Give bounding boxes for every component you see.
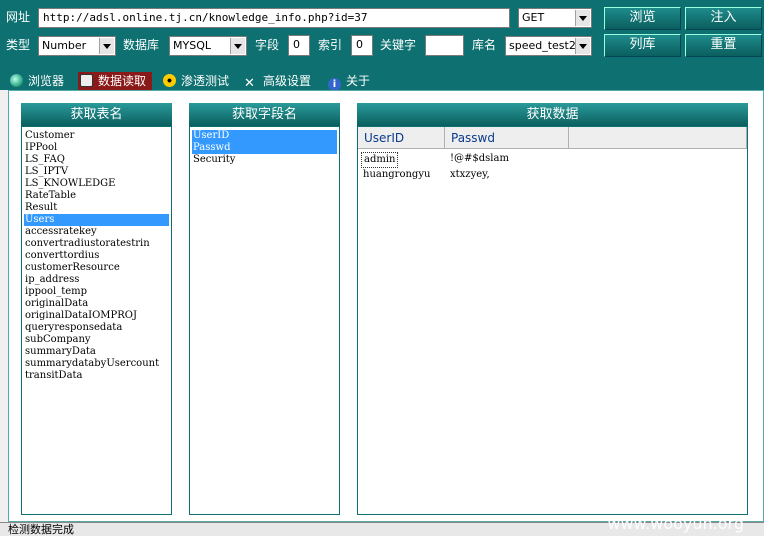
column-header-passwd[interactable]: Passwd	[445, 127, 569, 149]
type-label: 类型	[6, 38, 31, 52]
data-cell[interactable]: admin	[361, 152, 399, 168]
field-list-item[interactable]: Security	[192, 154, 337, 166]
data-grid[interactable]: UserID Passwd admin !@#$dslam huangrongyu xtx…	[357, 126, 748, 515]
tab-label: 浏览器	[28, 74, 65, 88]
field-list-item[interactable]: UserID	[192, 130, 337, 142]
type-select[interactable]: Number	[38, 36, 116, 56]
tab-label: 关于	[346, 74, 371, 88]
left-edge	[0, 90, 8, 522]
url-input[interactable]: http://adsl.online.tj.cn/knowledge_info.…	[38, 8, 510, 28]
chevron-down-icon[interactable]	[99, 38, 114, 54]
table-list-item[interactable]: converttordius	[24, 250, 169, 262]
url-label: 网址	[6, 10, 31, 24]
field-label: 字段	[255, 38, 280, 52]
table-list-item[interactable]: LS_FAQ	[24, 154, 169, 166]
table-list-item[interactable]: ip_address	[24, 274, 169, 286]
watermark: www.wooyun.org	[607, 514, 744, 533]
table-list-item[interactable]: Users	[24, 214, 169, 226]
field-input[interactable]: 0	[288, 35, 310, 56]
keyword-label: 关键字	[380, 38, 417, 52]
dbname-label: 库名	[472, 38, 497, 52]
index-label: 索引	[318, 38, 343, 52]
chevron-down-icon[interactable]	[230, 38, 245, 54]
table-list-item[interactable]: Result	[24, 202, 169, 214]
table-list-item[interactable]: LS_KNOWLEDGE	[24, 178, 169, 190]
table-list-item[interactable]: subCompany	[24, 334, 169, 346]
tab-label: 数据读取	[98, 74, 147, 88]
field-list-item[interactable]: Passwd	[192, 142, 337, 154]
table-list-item[interactable]: originalData	[24, 298, 169, 310]
table-list-item[interactable]: queryresponsedata	[24, 322, 169, 334]
dbname-select-value: speed_test2	[509, 39, 576, 52]
table-list-item[interactable]: LS_IPTV	[24, 166, 169, 178]
table-list-item[interactable]: IPPool	[24, 142, 169, 154]
globe-icon	[10, 74, 23, 87]
dbname-select[interactable]: speed_test2	[505, 36, 592, 56]
status-text: 检测数据完成	[8, 523, 74, 536]
chevron-down-icon[interactable]	[575, 10, 590, 26]
data-cell[interactable]: xtxzyey,	[450, 168, 490, 182]
table-list-item[interactable]: RateTable	[24, 190, 169, 202]
list-db-button[interactable]: 列库	[604, 34, 681, 57]
tab-label: 高级设置	[263, 74, 312, 88]
db-select-value: MYSQL	[173, 39, 211, 52]
table-list-item[interactable]: Customer	[24, 130, 169, 142]
table-list-item[interactable]: summarydatabyUsercount	[24, 358, 169, 370]
browse-button[interactable]: 浏览	[604, 7, 681, 30]
data-cell[interactable]: huangrongyu	[363, 168, 430, 182]
fields-header[interactable]: 获取字段名	[189, 103, 340, 126]
tab-advanced[interactable]: ✕ 高级设置	[244, 72, 311, 90]
chevron-down-icon[interactable]	[575, 38, 590, 54]
method-select[interactable]: GET	[518, 8, 592, 28]
table-list-item[interactable]: originalDataIOMPROJ	[24, 310, 169, 322]
tab-data-read[interactable]: 数据读取	[78, 72, 153, 90]
method-select-value: GET	[522, 11, 545, 24]
db-label: 数据库	[123, 38, 160, 52]
tab-about[interactable]: i 关于	[328, 72, 371, 91]
tab-pentest[interactable]: 渗透测试	[163, 72, 229, 90]
table-list-item[interactable]: summaryData	[24, 346, 169, 358]
tab-browser[interactable]: 浏览器	[10, 72, 64, 90]
database-icon	[80, 74, 93, 87]
reset-button[interactable]: 重置	[685, 34, 762, 57]
tab-label: 渗透测试	[181, 74, 230, 88]
tools-icon: ✕	[244, 76, 255, 91]
table-list-item[interactable]: transitData	[24, 370, 169, 382]
tables-header[interactable]: 获取表名	[21, 103, 172, 126]
radiation-icon	[163, 74, 176, 87]
table-list-item[interactable]: ippool_temp	[24, 286, 169, 298]
column-header-filler	[569, 127, 747, 149]
data-cell[interactable]: !@#$dslam	[450, 152, 509, 166]
table-list-item[interactable]: customerResource	[24, 262, 169, 274]
table-list-item[interactable]: convertradiustoratestrin	[24, 238, 169, 250]
keyword-input[interactable]	[425, 35, 464, 56]
column-header-userid[interactable]: UserID	[358, 127, 445, 149]
db-select[interactable]: MYSQL	[169, 36, 247, 56]
type-select-value: Number	[42, 39, 87, 52]
table-list-item[interactable]: accessratekey	[24, 226, 169, 238]
data-header[interactable]: 获取数据	[357, 103, 748, 126]
index-input[interactable]: 0	[351, 35, 373, 56]
tables-list[interactable]: Customer IPPool LS_FAQ LS_IPTV LS_KNOWLEDGE R…	[21, 126, 172, 515]
inject-button[interactable]: 注入	[685, 7, 762, 30]
fields-list[interactable]: UserID Passwd Security	[189, 126, 340, 515]
